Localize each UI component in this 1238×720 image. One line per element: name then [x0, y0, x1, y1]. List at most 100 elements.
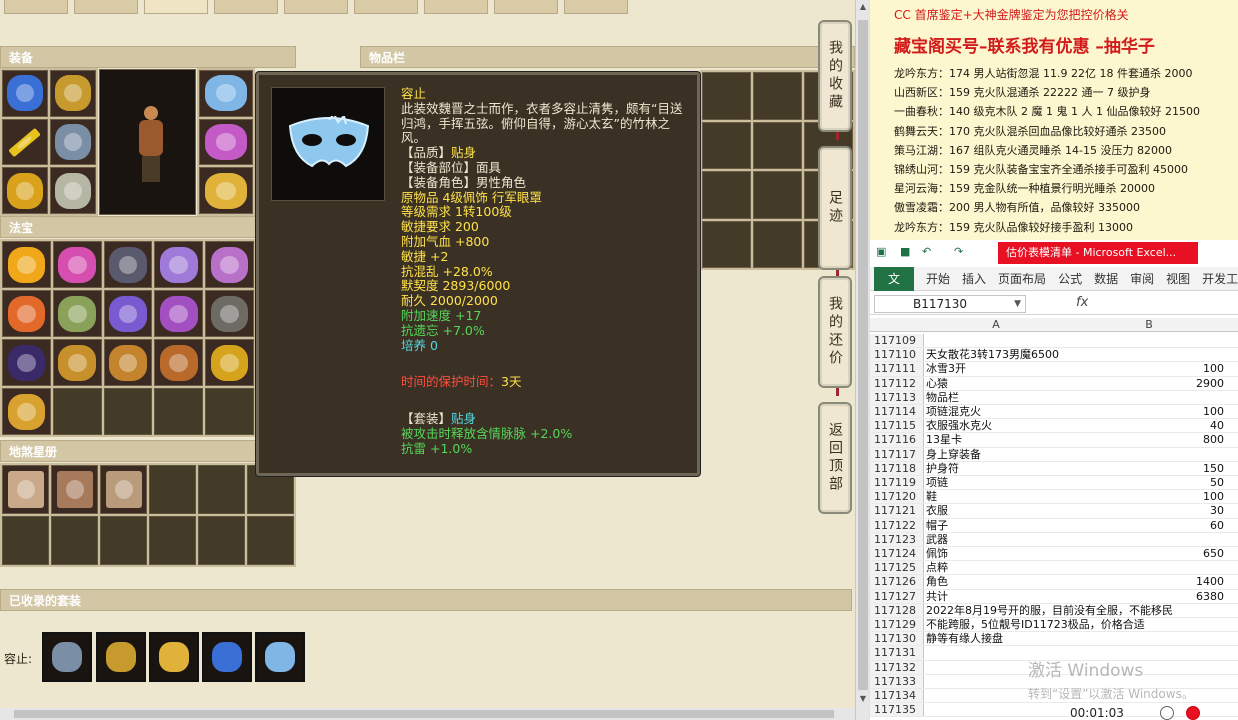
- collected-item-slot[interactable]: [255, 632, 305, 682]
- cell-a[interactable]: 2022年8月19号开的服，目前没有全服，不能移民: [926, 604, 1173, 618]
- column-header-a[interactable]: A: [926, 318, 1066, 332]
- nav-tab[interactable]: [74, 0, 138, 14]
- row-number[interactable]: 117117: [870, 447, 924, 461]
- table-row[interactable]: 117117 身上穿装备: [870, 447, 1238, 462]
- item-slot[interactable]: [753, 72, 802, 120]
- nav-tab[interactable]: [4, 0, 68, 14]
- treasure-slot[interactable]: [52, 241, 102, 288]
- table-row[interactable]: 117113 物品栏: [870, 390, 1238, 405]
- mask-slot[interactable]: [199, 70, 253, 117]
- cell-b[interactable]: 60: [1074, 519, 1224, 533]
- treasure-slot-empty[interactable]: [154, 388, 204, 435]
- ribbon-tab-review[interactable]: 审阅: [1130, 270, 1154, 287]
- treasure-slot[interactable]: [205, 290, 254, 337]
- row-number[interactable]: 117134: [870, 689, 924, 703]
- amulet-slot[interactable]: [2, 167, 48, 214]
- star-card-slot-empty[interactable]: [198, 465, 245, 514]
- row-number[interactable]: 117109: [870, 334, 924, 348]
- collected-item-slot[interactable]: [96, 632, 146, 682]
- treasure-slot[interactable]: [205, 339, 254, 386]
- star-card-slot[interactable]: [100, 465, 147, 514]
- star-card-slot-empty[interactable]: [198, 516, 245, 565]
- cell-b[interactable]: 1400: [1074, 575, 1224, 589]
- row-number[interactable]: 117131: [870, 646, 924, 660]
- row-number[interactable]: 117127: [870, 589, 924, 603]
- item-slot[interactable]: [753, 171, 802, 219]
- table-row[interactable]: 117114 项链混克火 100: [870, 405, 1238, 420]
- row-number[interactable]: 117111: [870, 362, 924, 376]
- star-card-slot-empty[interactable]: [149, 516, 196, 565]
- table-row[interactable]: 117127 共计 6380: [870, 589, 1238, 604]
- treasure-slot[interactable]: [103, 241, 153, 288]
- row-number[interactable]: 117123: [870, 532, 924, 546]
- ribbon-file-tab[interactable]: 文件: [874, 266, 915, 310]
- row-number[interactable]: 117114: [870, 405, 924, 419]
- table-row[interactable]: 117129 不能跨服，5位靓号ID11723极品，价格合适: [870, 618, 1238, 633]
- treasure-slot-empty[interactable]: [103, 388, 153, 435]
- row-number[interactable]: 117113: [870, 390, 924, 404]
- cell-a[interactable]: 天女散花3转173男魔6500: [926, 348, 1146, 362]
- my-counter-offer-button[interactable]: 我的还价: [818, 276, 852, 388]
- table-row[interactable]: 117111 冰雪3开 100: [870, 362, 1238, 377]
- treasure-slot[interactable]: [2, 290, 51, 337]
- cell-a[interactable]: 静等有缘人接盘: [926, 632, 1146, 646]
- ribbon-tab-view[interactable]: 视图: [1166, 270, 1190, 287]
- row-number[interactable]: 117126: [870, 575, 924, 589]
- star-card-slot[interactable]: [51, 465, 98, 514]
- horizontal-scrollbar[interactable]: [0, 708, 855, 720]
- row-number[interactable]: 117119: [870, 476, 924, 490]
- cell-a[interactable]: 身上穿装备: [926, 448, 1146, 462]
- table-row[interactable]: 117121 衣服 30: [870, 504, 1238, 519]
- undo-icon[interactable]: ↶: [922, 245, 931, 258]
- row-number[interactable]: 117135: [870, 703, 924, 717]
- treasure-slot[interactable]: [154, 339, 204, 386]
- cell-b[interactable]: 100: [1074, 490, 1224, 504]
- collected-item-slot[interactable]: [42, 632, 92, 682]
- star-card-slot-empty[interactable]: [149, 465, 196, 514]
- redo-icon[interactable]: ↷: [954, 245, 963, 258]
- star-card-slot[interactable]: [2, 465, 49, 514]
- table-row[interactable]: 117110 天女散花3转173男魔6500: [870, 348, 1238, 363]
- row-number[interactable]: 117120: [870, 490, 924, 504]
- ribbon-tab-data[interactable]: 数据: [1094, 270, 1118, 287]
- nav-tab[interactable]: [424, 0, 488, 14]
- item-slot[interactable]: [753, 121, 802, 169]
- cell-a[interactable]: 武器: [926, 533, 1146, 547]
- treasure-slot[interactable]: [52, 290, 102, 337]
- treasure-slot[interactable]: [52, 339, 102, 386]
- row-number[interactable]: 117132: [870, 660, 924, 674]
- item-slot[interactable]: [753, 220, 802, 268]
- table-row[interactable]: 117125 点粹: [870, 561, 1238, 576]
- row-number[interactable]: 117130: [870, 632, 924, 646]
- treasure-slot-empty[interactable]: [52, 388, 102, 435]
- treasure-slot[interactable]: [103, 339, 153, 386]
- treasure-slot[interactable]: [2, 339, 51, 386]
- cell-b[interactable]: 650: [1074, 547, 1224, 561]
- fx-icon[interactable]: fx: [1076, 295, 1088, 310]
- cell-a[interactable]: 不能跨服，5位靓号ID11723极品，价格合适: [926, 618, 1146, 632]
- cell-a[interactable]: 点粹: [926, 561, 1146, 575]
- row-number[interactable]: 117118: [870, 461, 924, 475]
- scroll-down-icon[interactable]: ▼: [856, 692, 870, 706]
- vertical-scrollbar[interactable]: ▲ ▼: [855, 0, 869, 720]
- row-number[interactable]: 117129: [870, 618, 924, 632]
- row-number[interactable]: 117133: [870, 674, 924, 688]
- nav-tab[interactable]: [494, 0, 558, 14]
- table-row[interactable]: 117122 帽子 60: [870, 518, 1238, 533]
- weapon-slot[interactable]: [2, 118, 48, 166]
- treasure-slot[interactable]: [154, 241, 204, 288]
- treasure-slot-empty[interactable]: [205, 388, 254, 435]
- chevron-down-icon[interactable]: ▼: [1014, 296, 1021, 312]
- table-row[interactable]: 117119 项链 50: [870, 476, 1238, 491]
- stop-icon[interactable]: [1186, 706, 1200, 720]
- item-slot[interactable]: [702, 171, 751, 219]
- scroll-up-icon[interactable]: ▲: [856, 0, 870, 14]
- collected-item-slot[interactable]: [149, 632, 199, 682]
- nav-tab[interactable]: [214, 0, 278, 14]
- treasure-slot[interactable]: [103, 290, 153, 337]
- ribbon-tab-layout[interactable]: 页面布局: [998, 270, 1046, 287]
- nav-tab[interactable]: [354, 0, 418, 14]
- cell-a[interactable]: 物品栏: [926, 391, 1146, 405]
- star-card-slot-empty[interactable]: [247, 516, 294, 565]
- table-row[interactable]: 117123 武器: [870, 532, 1238, 547]
